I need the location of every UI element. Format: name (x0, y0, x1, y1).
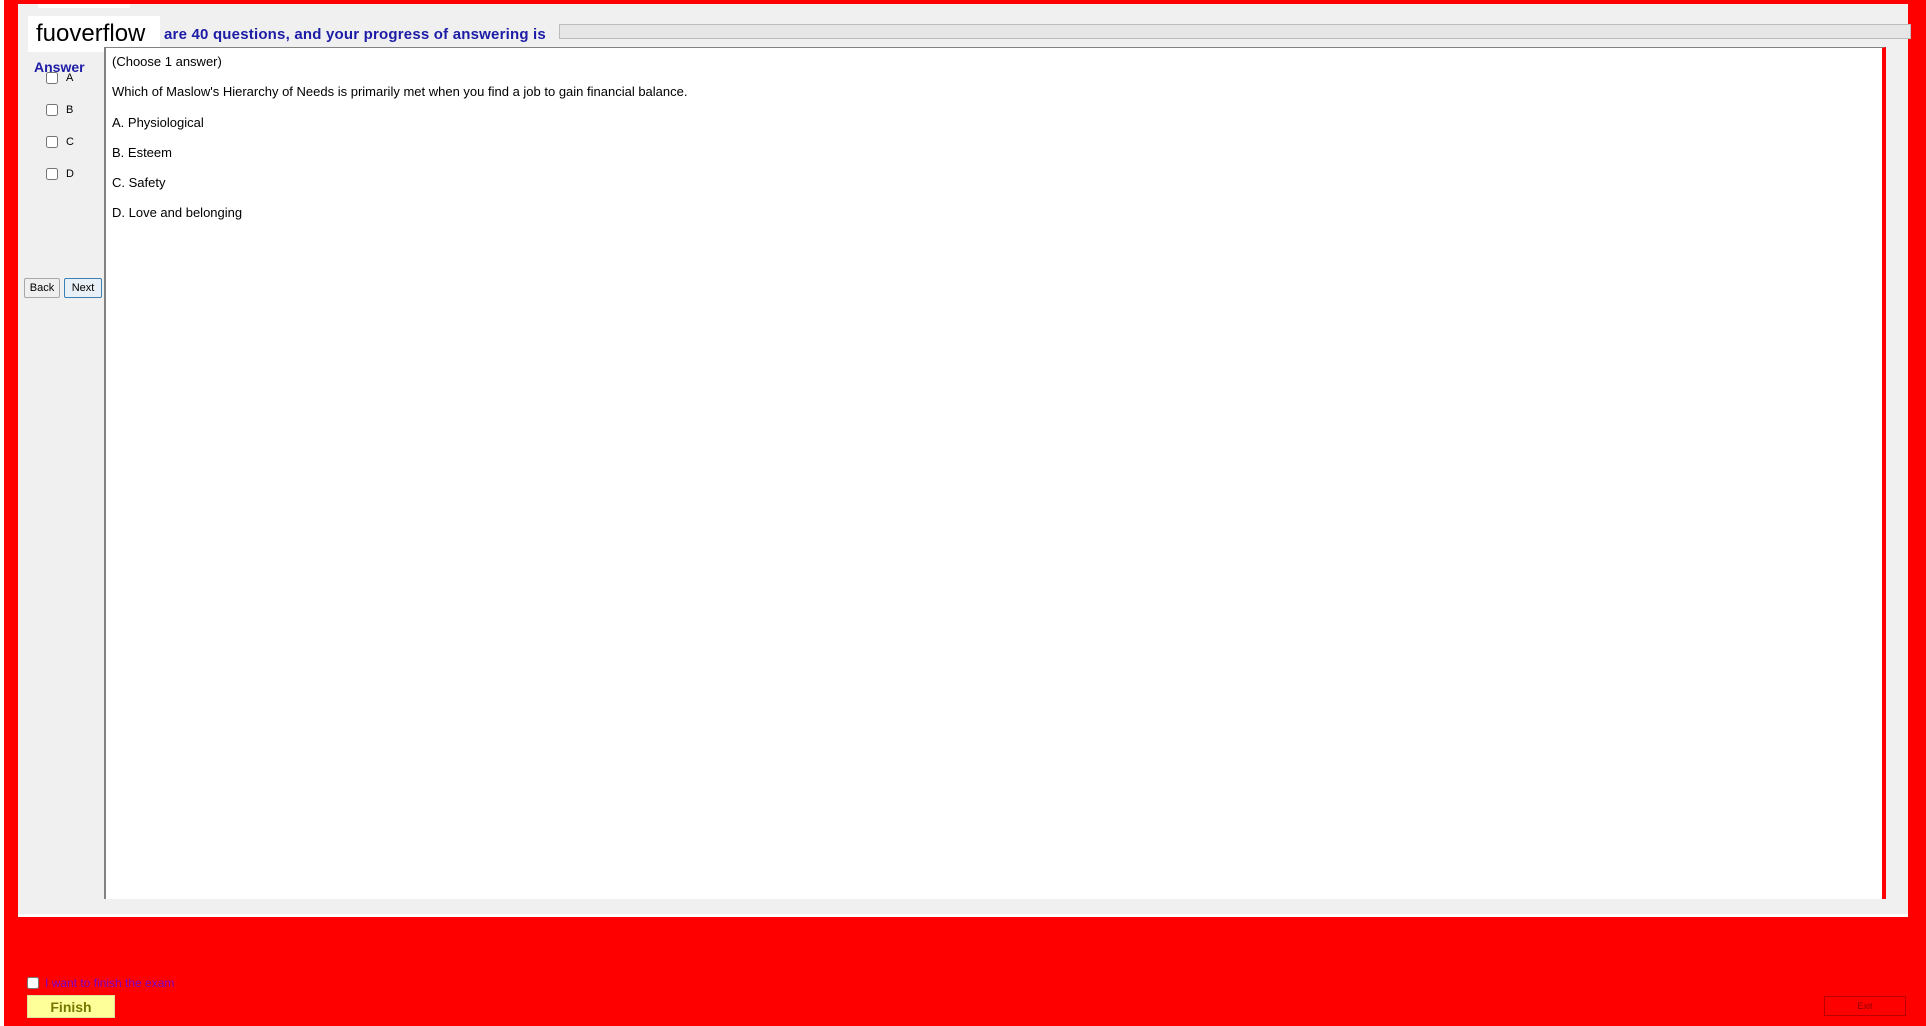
answer-choice-d: D. Love and belonging (112, 205, 243, 220)
answer-option-label: C (66, 136, 74, 148)
finish-confirm-checkbox[interactable] (27, 977, 39, 989)
window-tab (38, 4, 130, 8)
answer-checkbox-b[interactable] (46, 104, 58, 116)
answer-checkbox-a[interactable] (46, 72, 58, 84)
progress-bar (559, 24, 1911, 39)
answer-panel: Answer A B C D Back Next (18, 50, 102, 900)
answer-option-d: D (46, 166, 74, 182)
question-text: Which of Maslow's Hierarchy of Needs is … (112, 84, 688, 99)
answer-choice-b: B. Esteem (112, 145, 172, 160)
exam-window: fuoverflow are 40 questions, and your pr… (18, 4, 1911, 917)
answer-option-label: A (66, 72, 74, 84)
finish-confirm-row: I want to finish the exam (27, 976, 174, 990)
answer-choice-c: C. Safety (112, 175, 166, 190)
finish-confirm-label[interactable]: I want to finish the exam (45, 976, 174, 990)
answer-option-c: C (46, 134, 74, 150)
answer-option-label: B (66, 104, 74, 116)
answer-checkbox-c[interactable] (46, 136, 58, 148)
question-instruction: (Choose 1 answer) (112, 54, 222, 69)
answer-choice-a: A. Physiological (112, 115, 204, 130)
left-edge-line (0, 0, 4, 1026)
answer-option-label: D (66, 168, 74, 180)
progress-caption: are 40 questions, and your progress of a… (164, 26, 546, 43)
answer-checkbox-d[interactable] (46, 168, 58, 180)
next-button[interactable]: Next (64, 278, 102, 298)
answer-option-b: B (46, 102, 73, 118)
finish-button[interactable]: Finish (27, 995, 115, 1018)
exit-button[interactable]: Exit (1824, 996, 1906, 1016)
question-panel: (Choose 1 answer) Which of Maslow's Hier… (104, 47, 1886, 899)
back-button[interactable]: Back (24, 278, 60, 298)
answer-option-a: A (46, 70, 73, 86)
